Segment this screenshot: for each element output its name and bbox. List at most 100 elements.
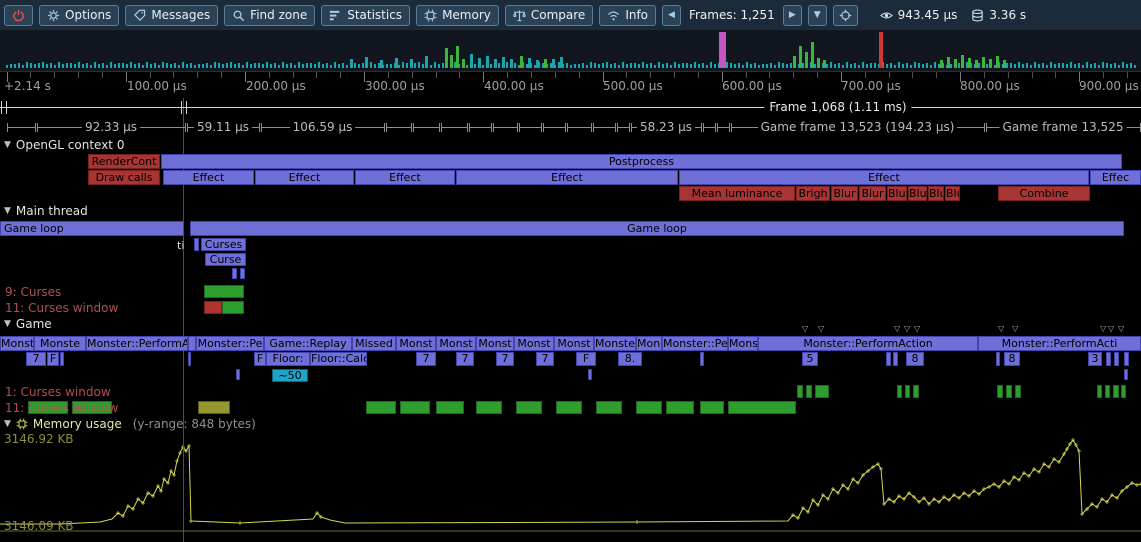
lock-bar[interactable] (436, 401, 464, 414)
zone[interactable] (1114, 352, 1119, 366)
lock-marker-icon[interactable]: ▽ (1100, 325, 1106, 333)
game-frame-label[interactable]: 92.33 μs (82, 120, 140, 134)
zone[interactable]: Monst (476, 336, 514, 351)
zone[interactable]: Monster::PerformActi (978, 336, 1141, 351)
zone[interactable]: Effect (355, 170, 455, 185)
zone[interactable]: Mean luminance (679, 186, 795, 201)
lock-marker-icon[interactable]: ▽ (818, 325, 824, 333)
zone[interactable] (1106, 352, 1111, 366)
game-frame-label[interactable]: 58.23 μs (637, 120, 695, 134)
frame-label[interactable]: Frame 1,068 (1.11 ms) (764, 100, 911, 114)
zone[interactable]: Monste (594, 336, 636, 351)
zone[interactable]: Monster::Pe (662, 336, 728, 351)
game-frame-label[interactable]: Game frame 13,525 (1000, 120, 1127, 134)
zone[interactable]: Monst (436, 336, 476, 351)
zone[interactable] (588, 369, 592, 380)
prev-frame-button[interactable]: ◀ (662, 5, 681, 26)
zone[interactable] (996, 352, 1000, 366)
lock-bar[interactable] (636, 401, 662, 414)
lock-marker-icon[interactable]: ▽ (998, 325, 1004, 333)
lock-bar[interactable] (905, 385, 910, 398)
messages-button[interactable]: Messages (125, 5, 218, 26)
zone[interactable]: Effect (163, 170, 254, 185)
zone[interactable] (240, 268, 245, 279)
lock-bar[interactable] (728, 401, 796, 414)
zone[interactable] (886, 352, 891, 366)
zone[interactable]: Game loop (190, 221, 1124, 236)
section-header-game[interactable]: ▼ Game (4, 317, 52, 331)
lock-bar[interactable] (1015, 385, 1021, 398)
options-button[interactable]: Options (39, 5, 119, 26)
lock-marker-icon[interactable]: ▽ (914, 325, 920, 333)
zone[interactable]: Monst (554, 336, 594, 351)
lock-bar[interactable] (476, 401, 502, 414)
zone[interactable]: Monster::Pe (196, 336, 264, 351)
zone[interactable] (194, 238, 199, 251)
lock-marker-icon[interactable]: ▽ (1012, 325, 1018, 333)
zone[interactable]: F (254, 352, 266, 366)
zone[interactable]: 8 (906, 352, 924, 366)
zone[interactable]: Monster::PerformA (86, 336, 188, 351)
zone[interactable]: Blur (908, 186, 927, 201)
zone[interactable]: Blur (928, 186, 944, 201)
lock-bar[interactable] (1105, 385, 1110, 398)
zone[interactable] (188, 336, 196, 351)
info-button[interactable]: Info (599, 5, 656, 26)
zone[interactable]: 3 (1088, 352, 1102, 366)
zone[interactable]: Monste (0, 336, 34, 351)
zone[interactable]: Blur (945, 186, 960, 201)
zone[interactable]: 7 (416, 352, 436, 366)
lock-bar[interactable] (596, 401, 622, 414)
lock-bar[interactable] (366, 401, 396, 414)
zone[interactable]: F (576, 352, 596, 366)
zone[interactable]: Curses (201, 238, 246, 251)
zone[interactable]: Floor::Calc (310, 352, 367, 366)
lock-bar[interactable] (913, 385, 919, 398)
zone[interactable]: 7 (456, 352, 474, 366)
zone[interactable] (60, 352, 64, 366)
zone[interactable] (1124, 352, 1129, 366)
lock-bar[interactable] (797, 385, 803, 398)
caret-down-button[interactable]: ▼ (808, 5, 827, 26)
lock-marker-icon[interactable]: ▽ (802, 325, 808, 333)
lock-bar[interactable] (1006, 385, 1012, 398)
zone[interactable]: Mons (636, 336, 662, 351)
zone[interactable]: 5 (802, 352, 818, 366)
game-frame-label[interactable]: 106.59 μs (290, 120, 356, 134)
lock-bar[interactable] (516, 401, 542, 414)
zone[interactable]: Blur (859, 186, 886, 201)
zone[interactable]: Blur (831, 186, 858, 201)
zone[interactable]: Effect (255, 170, 354, 185)
section-header-main-thread[interactable]: ▼ Main thread (4, 204, 88, 218)
section-header-memory[interactable]: ▼ Memory usage (y-range: 848 bytes) (4, 417, 256, 431)
lock-bar[interactable] (204, 301, 222, 314)
zone[interactable]: ~50 (272, 369, 308, 382)
lock-bar[interactable] (198, 401, 230, 414)
lock-bar[interactable] (666, 401, 694, 414)
zone[interactable]: Brigh (796, 186, 830, 201)
lock-bar[interactable] (897, 385, 902, 398)
compare-button[interactable]: Compare (505, 5, 593, 26)
zone[interactable]: Curse (205, 253, 246, 266)
statistics-button[interactable]: Statistics (321, 5, 410, 26)
zone[interactable]: Floor: (266, 352, 310, 366)
crosshair-button[interactable] (833, 5, 858, 26)
zone[interactable]: Blur (887, 186, 907, 201)
lock-marker-icon[interactable]: ▽ (1108, 325, 1114, 333)
zone[interactable]: 8. (618, 352, 642, 366)
zone[interactable] (232, 268, 237, 279)
section-header-opengl[interactable]: ▼ OpenGL context 0 (4, 138, 124, 152)
zone[interactable]: Effect (679, 170, 1089, 185)
lock-bar[interactable] (1097, 385, 1102, 398)
zone[interactable]: Combine (998, 186, 1090, 201)
lock-bar[interactable] (700, 401, 724, 414)
game-frame-label[interactable]: Game frame 13,523 (194.23 μs) (758, 120, 958, 134)
zone[interactable]: Monste (34, 336, 86, 351)
lock-bar[interactable] (222, 301, 244, 314)
zone[interactable] (236, 369, 240, 380)
lock-bar[interactable] (1121, 385, 1126, 398)
zone[interactable] (893, 352, 898, 366)
game-frame-label[interactable]: 59.11 μs (194, 120, 252, 134)
lock-marker-icon[interactable]: ▽ (894, 325, 900, 333)
memory-button[interactable]: Memory (416, 5, 499, 26)
